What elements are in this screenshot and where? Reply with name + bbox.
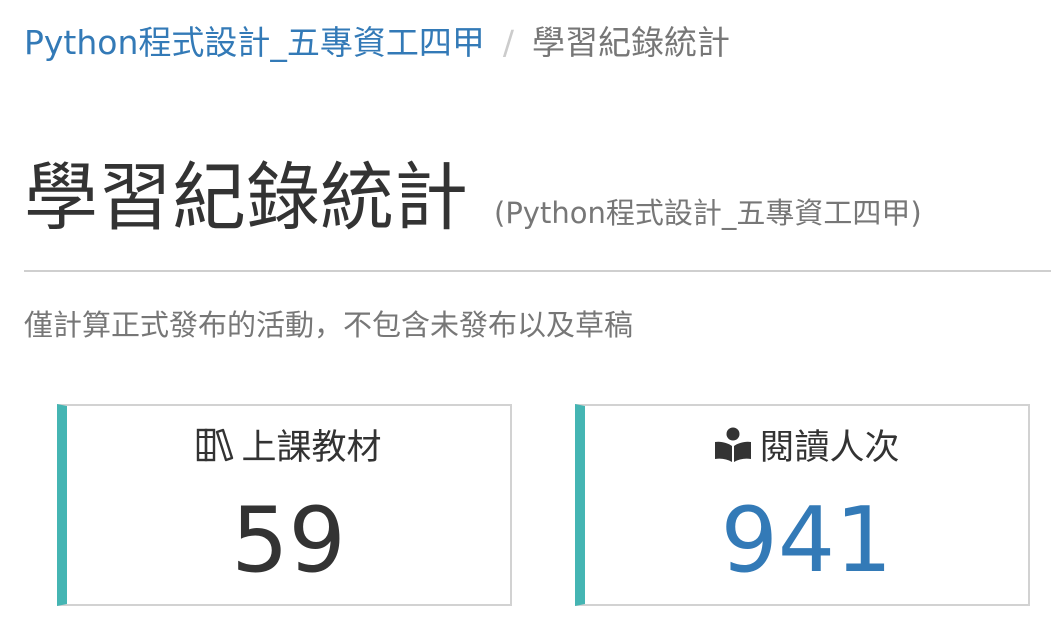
breadcrumb-current: 學習紀錄統計 [532, 23, 731, 62]
stat-label: 閱讀人次 [759, 428, 900, 468]
breadcrumb-separator: / [502, 23, 515, 62]
page: Python程式設計_五專資工四甲 / 學習紀錄統計 學習紀錄統計 (Python程式… [0, 0, 1051, 633]
breadcrumb-course-link[interactable]: Python程式設計_五專資工四甲 [24, 23, 485, 62]
books-icon [195, 425, 235, 465]
stat-card-materials: 上課教材 59 [57, 404, 512, 606]
notice-text: 僅計算正式發布的活動，不包含未發布以及草稿 [24, 308, 634, 342]
stat-value: 59 [231, 488, 346, 593]
stat-card-header: 閱讀人次 [585, 424, 1028, 472]
stat-value: 941 [720, 488, 893, 593]
stat-label: 上課教材 [241, 428, 382, 468]
page-header: 學習紀錄統計 (Python程式設計_五專資工四甲) [24, 150, 1051, 272]
reader-icon [713, 425, 753, 465]
stat-card-reads: 閱讀人次 941 [575, 404, 1030, 606]
page-subtitle: (Python程式設計_五專資工四甲) [494, 196, 922, 230]
stat-card-header: 上課教材 [67, 424, 510, 472]
page-title: 學習紀錄統計 [24, 155, 468, 241]
breadcrumb: Python程式設計_五專資工四甲 / 學習紀錄統計 [24, 18, 730, 68]
